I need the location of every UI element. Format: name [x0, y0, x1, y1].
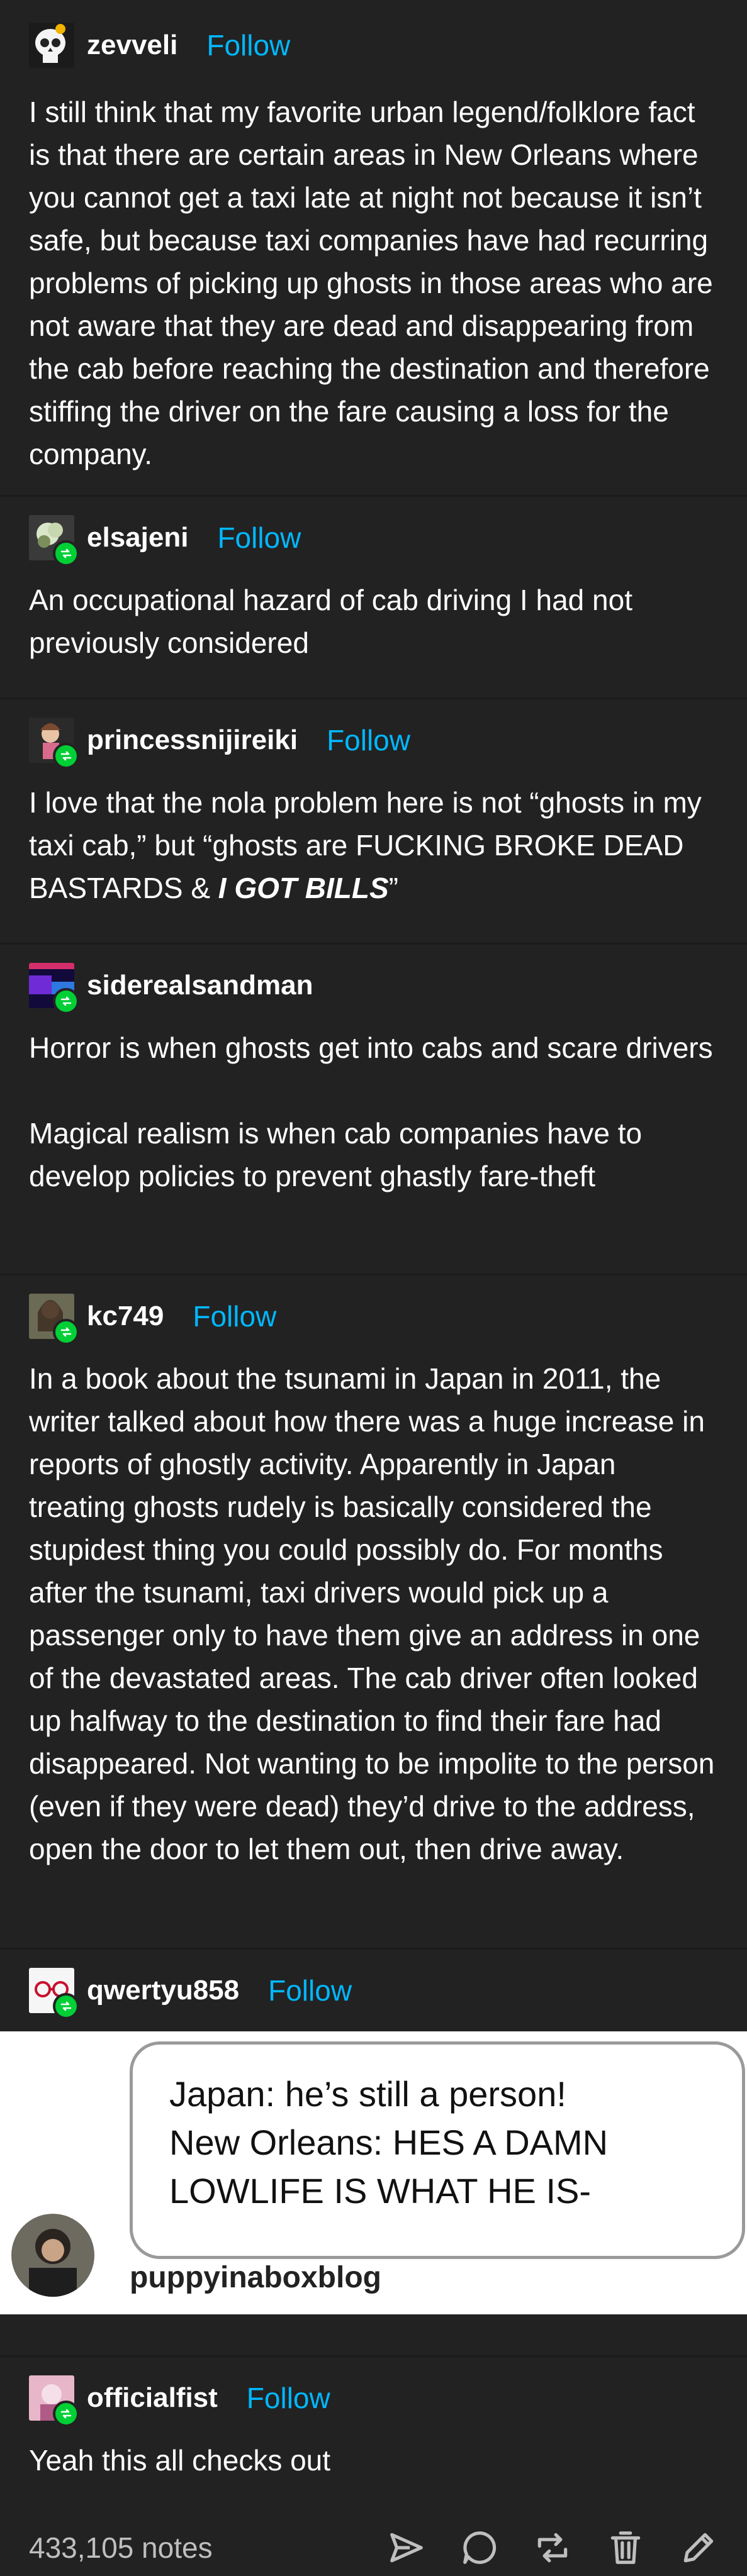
reblog-badge-icon [53, 1993, 79, 2019]
post-actions [387, 2528, 718, 2567]
post-body: An occupational hazard of cab driving I … [29, 579, 718, 692]
post-siderealsandman: siderealsandman Horror is when ghosts ge… [0, 945, 747, 1275]
edit-icon[interactable] [679, 2528, 718, 2567]
post-officialfist: officialfist Follow Yeah this all checks… [0, 2357, 747, 2508]
skull-avatar-icon [29, 23, 74, 68]
post-text: An occupational hazard of cab driving I … [29, 584, 632, 659]
image-avatar [11, 2214, 94, 2297]
bubble-line: New Orleans: HES A DAMN [169, 2123, 609, 2162]
reblog-icon[interactable] [533, 2528, 572, 2567]
notes-count[interactable]: 433,105 notes [29, 2531, 387, 2565]
person-photo-icon [11, 2214, 94, 2297]
username[interactable]: siderealsandman [87, 970, 313, 1001]
post-qwertyu858: qwertyu858 Follow Japan: he’s still a pe… [0, 1950, 747, 2357]
reblog-badge-icon [53, 2401, 79, 2427]
post-kc749: kc749 Follow In a book about the tsunami… [0, 1275, 747, 1950]
post-text: I still think that my favorite urban leg… [29, 96, 713, 470]
post-header: kc749 Follow [29, 1275, 718, 1357]
follow-button[interactable]: Follow [268, 1974, 352, 2007]
post-header: officialfist Follow [29, 2357, 718, 2439]
avatar[interactable] [29, 1294, 79, 1345]
reblog-badge-icon [53, 540, 79, 567]
post-header: siderealsandman [29, 945, 718, 1026]
bubble-line: LOWLIFE IS WHAT HE IS- [169, 2171, 592, 2211]
follow-button[interactable]: Follow [206, 28, 290, 62]
username[interactable]: elsajeni [87, 522, 188, 553]
avatar[interactable] [29, 2375, 79, 2427]
post-text: Horror is when ghosts get into cabs and … [29, 1031, 713, 1064]
post-text: In a book about the tsunami in Japan in … [29, 1362, 715, 1865]
username[interactable]: zevveli [87, 30, 177, 61]
post-image[interactable]: Japan: he’s still a person! New Orleans:… [0, 2031, 747, 2314]
post-body: I love that the nola problem here is not… [29, 781, 718, 937]
bubble-line: Japan: he’s still a person! [169, 2074, 566, 2114]
post-body: In a book about the tsunami in Japan in … [29, 1357, 718, 1898]
avatar[interactable] [29, 1968, 79, 2019]
post-footer: 433,105 notes [0, 2508, 747, 2576]
speech-bubble: Japan: he’s still a person! New Orleans:… [130, 2041, 745, 2259]
reblog-badge-icon [53, 1319, 79, 1345]
post-header: qwertyu858 Follow [0, 1950, 747, 2031]
post-text-emphasis: I GOT BILLS [218, 872, 389, 904]
reply-icon[interactable] [460, 2528, 499, 2567]
post-body: I still think that my favorite urban leg… [29, 91, 718, 503]
image-credit: puppyinaboxblog [130, 2261, 381, 2294]
username[interactable]: qwertyu858 [87, 1975, 239, 2006]
avatar[interactable] [29, 23, 74, 68]
reblog-badge-icon [53, 988, 79, 1014]
username[interactable]: kc749 [87, 1301, 164, 1332]
post-header: elsajeni Follow [29, 497, 718, 579]
username[interactable]: officialfist [87, 2382, 218, 2414]
post-princessnijireiki: princessnijireiki Follow I love that the… [0, 699, 747, 945]
reblog-badge-icon [53, 743, 79, 769]
post-elsajeni: elsajeni Follow An occupational hazard o… [0, 497, 747, 699]
post-body: Yeah this all checks out [29, 2439, 718, 2509]
follow-button[interactable]: Follow [247, 2381, 330, 2415]
delete-icon[interactable] [606, 2528, 645, 2567]
follow-button[interactable]: Follow [193, 1299, 276, 1333]
post-zevveli: zevveli Follow I still think that my fav… [0, 0, 747, 497]
follow-button[interactable]: Follow [327, 723, 410, 757]
post-text: Magical realism is when cab companies ha… [29, 1117, 643, 1192]
post-header: zevveli Follow [29, 0, 718, 91]
follow-button[interactable]: Follow [217, 521, 301, 555]
post-header: princessnijireiki Follow [29, 699, 718, 781]
username[interactable]: princessnijireiki [87, 724, 298, 756]
avatar[interactable] [29, 515, 79, 567]
post-body: Horror is when ghosts get into cabs and … [29, 1026, 718, 1225]
avatar[interactable] [29, 718, 79, 769]
post-text: I love that the nola problem here is not… [29, 781, 718, 909]
avatar[interactable] [29, 963, 79, 1014]
share-icon[interactable] [387, 2528, 426, 2567]
post-text: Yeah this all checks out [29, 2444, 331, 2477]
post-text-part: ” [388, 872, 398, 904]
